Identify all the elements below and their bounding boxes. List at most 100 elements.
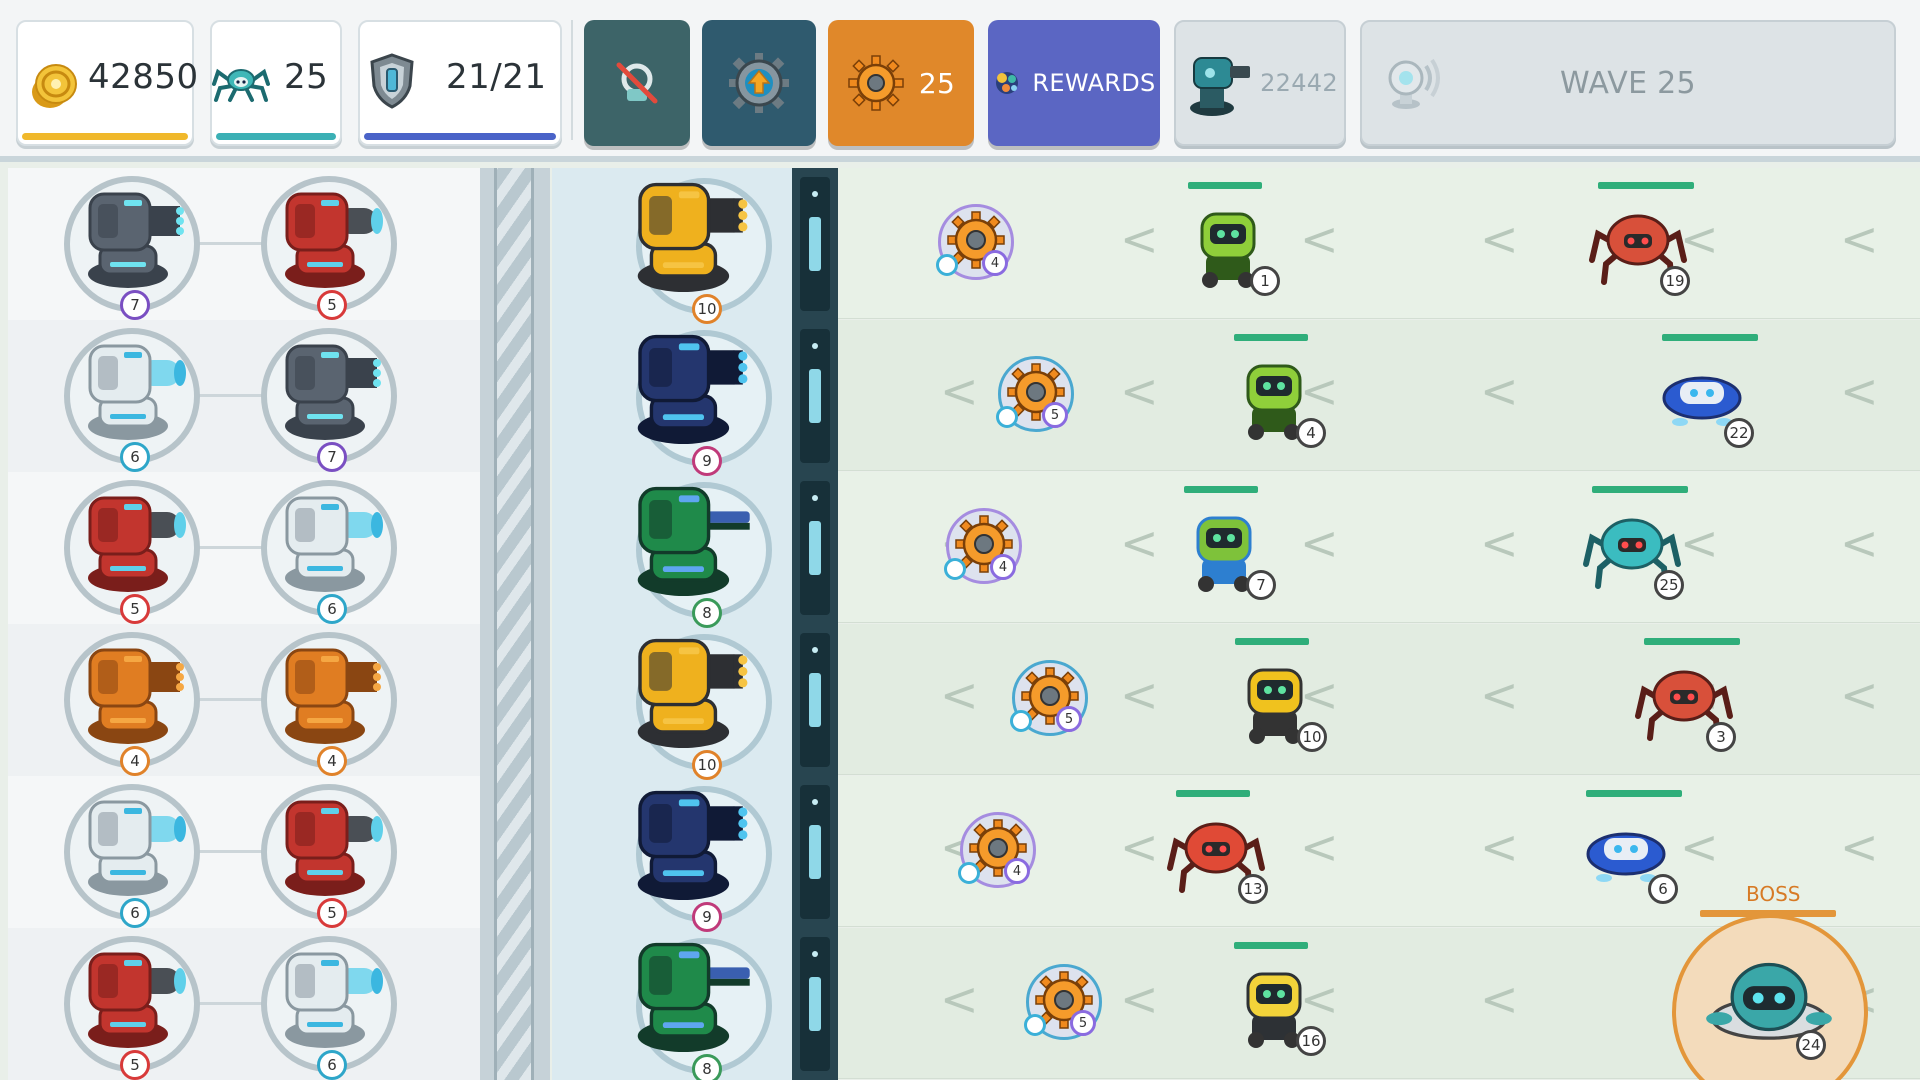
turret-gatling-gray-icon (285, 344, 381, 440)
inventory-row: 5 6 (8, 928, 480, 1080)
rewards-button[interactable]: REWARDS (988, 20, 1160, 146)
enemy-unit[interactable]: 19 (1586, 182, 1696, 296)
turret-slot[interactable]: 7 (64, 176, 200, 320)
shield-counter: 21/21 (358, 20, 562, 146)
divider (571, 20, 573, 140)
direction-arrow-icon: < (940, 668, 979, 722)
enemy-unit[interactable]: 13 (1164, 790, 1274, 904)
enemy-unit[interactable]: 4 (1222, 334, 1332, 448)
defense-turret-slot[interactable]: 9 (636, 786, 772, 932)
direction-arrow-icon: < (1480, 972, 1519, 1026)
turret-slot[interactable]: 6 (261, 936, 397, 1080)
shield-value: 21/21 (446, 57, 547, 97)
enemy-unit[interactable]: 7 (1172, 486, 1282, 600)
top-bar: 42850 25 21/21 25 REWARDS 22442 WAVE 25 (0, 0, 1920, 162)
defense-turret-slot[interactable]: 10 (636, 178, 772, 324)
defense-turret-slot[interactable]: 10 (636, 634, 772, 780)
inventory-row: 6 5 (8, 776, 480, 928)
upgrade-button[interactable] (702, 20, 816, 146)
turret-slot[interactable]: 6 (64, 784, 200, 928)
enemy-unit[interactable]: 3 (1632, 638, 1742, 752)
defense-turret-slot[interactable]: 8 (636, 482, 772, 628)
enemy-unit[interactable]: 6 (1574, 790, 1684, 904)
turret-level-badge: 5 (317, 290, 347, 320)
lane-3: <<<<<< 4 7 25 (838, 472, 1920, 623)
defense-turret-slot[interactable]: 8 (636, 938, 772, 1080)
wall-segment (800, 177, 830, 311)
enemy-unit[interactable]: 22 (1650, 334, 1760, 448)
gear-currency-button[interactable]: 25 (828, 20, 974, 146)
direction-arrow-icon: < (1480, 668, 1519, 722)
direction-arrow-icon: < (1480, 212, 1519, 266)
turret-level-badge: 6 (317, 594, 347, 624)
turret-cannon-red-icon (88, 496, 186, 592)
coins-value: 42850 (88, 57, 199, 97)
coin-icon (32, 64, 77, 108)
orange-gear-icon (848, 55, 904, 111)
enemy-unit[interactable]: 10 (1223, 638, 1333, 752)
spider-icon (212, 68, 270, 102)
gear-level-badge: 5 (1056, 706, 1082, 732)
gear-drop[interactable]: 4 (944, 508, 1022, 584)
gear-drop[interactable]: 4 (936, 204, 1014, 280)
turret-inventory: 7 5 6 7 5 6 4 4 6 5 5 6 (8, 168, 480, 1080)
turret-slot[interactable]: 5 (64, 936, 200, 1080)
enemy-unit[interactable]: 25 (1580, 486, 1690, 600)
cyan-marker-icon (958, 862, 980, 884)
coins-bar (22, 133, 188, 140)
gear-upgrade-icon (729, 53, 789, 113)
turret-level-badge: 4 (120, 746, 150, 776)
gear-drop[interactable]: 5 (1024, 964, 1102, 1040)
spider-value: 25 (284, 57, 329, 97)
cyan-marker-icon (944, 558, 966, 580)
gear-drop[interactable]: 5 (1010, 660, 1088, 736)
enemy-health-bar (1592, 486, 1688, 493)
auto-target-off-button[interactable] (584, 20, 690, 146)
boss-enemy[interactable]: 24 (1704, 942, 1834, 1060)
battlefield: < < < < < < 4 1 19 < < < < < < 5 4 22 < < < < < < 4 (838, 168, 1920, 1080)
turret-slot[interactable]: 5 (261, 784, 397, 928)
turret-slot[interactable]: 4 (261, 632, 397, 776)
direction-arrow-icon: < (940, 364, 979, 418)
enemy-unit[interactable]: 1 (1176, 182, 1286, 296)
turret-slot[interactable]: 7 (261, 328, 397, 472)
enemy-level-badge: 16 (1296, 1026, 1326, 1056)
direction-arrow-icon: < (1120, 668, 1159, 722)
turret-plasma-white-icon (88, 344, 186, 440)
enemy-unit[interactable]: 16 (1222, 942, 1332, 1056)
enemy-health-bar (1235, 638, 1309, 645)
enemy-level-badge: 22 (1724, 418, 1754, 448)
turret-slot[interactable]: 5 (64, 480, 200, 624)
direction-arrow-icon: < (1480, 516, 1519, 570)
gear-drop[interactable]: 4 (958, 812, 1036, 888)
defense-turret-slot[interactable]: 9 (636, 330, 772, 476)
turret-slot[interactable]: 5 (261, 176, 397, 320)
enemy-level-badge: 10 (1297, 722, 1327, 752)
turret-level-badge: 5 (317, 898, 347, 928)
turret-slot[interactable]: 6 (64, 328, 200, 472)
turret-level-badge: 5 (120, 594, 150, 624)
direction-arrow-icon: < (1840, 516, 1879, 570)
enemy-health-bar (1188, 182, 1262, 189)
inventory-row: 6 7 (8, 320, 480, 472)
enemy-health-bar (1598, 182, 1694, 189)
direction-arrow-icon: < (1840, 212, 1879, 266)
cyan-marker-icon (1010, 710, 1032, 732)
turret-level-badge: 7 (120, 290, 150, 320)
turret-slot[interactable]: 6 (261, 480, 397, 624)
boss-label: BOSS (1746, 882, 1801, 906)
wave-button[interactable]: WAVE 25 (1360, 20, 1896, 146)
lane-6: <<<<<< 5 16BOSS 24 (838, 882, 1920, 1080)
spider-counter: 25 (210, 20, 342, 146)
gear-level-badge: 5 (1042, 402, 1068, 428)
shield-icon (370, 53, 414, 109)
inventory-row: 7 5 (8, 168, 480, 320)
direction-arrow-icon: < (1480, 364, 1519, 418)
direction-arrow-icon: < (1840, 668, 1879, 722)
direction-arrow-icon: < (1120, 212, 1159, 266)
gear-drop[interactable]: 5 (996, 356, 1074, 432)
inventory-row: 5 6 (8, 472, 480, 624)
gear-count: 25 (918, 66, 956, 100)
turret-power-button[interactable]: 22442 (1174, 20, 1346, 146)
turret-slot[interactable]: 4 (64, 632, 200, 776)
